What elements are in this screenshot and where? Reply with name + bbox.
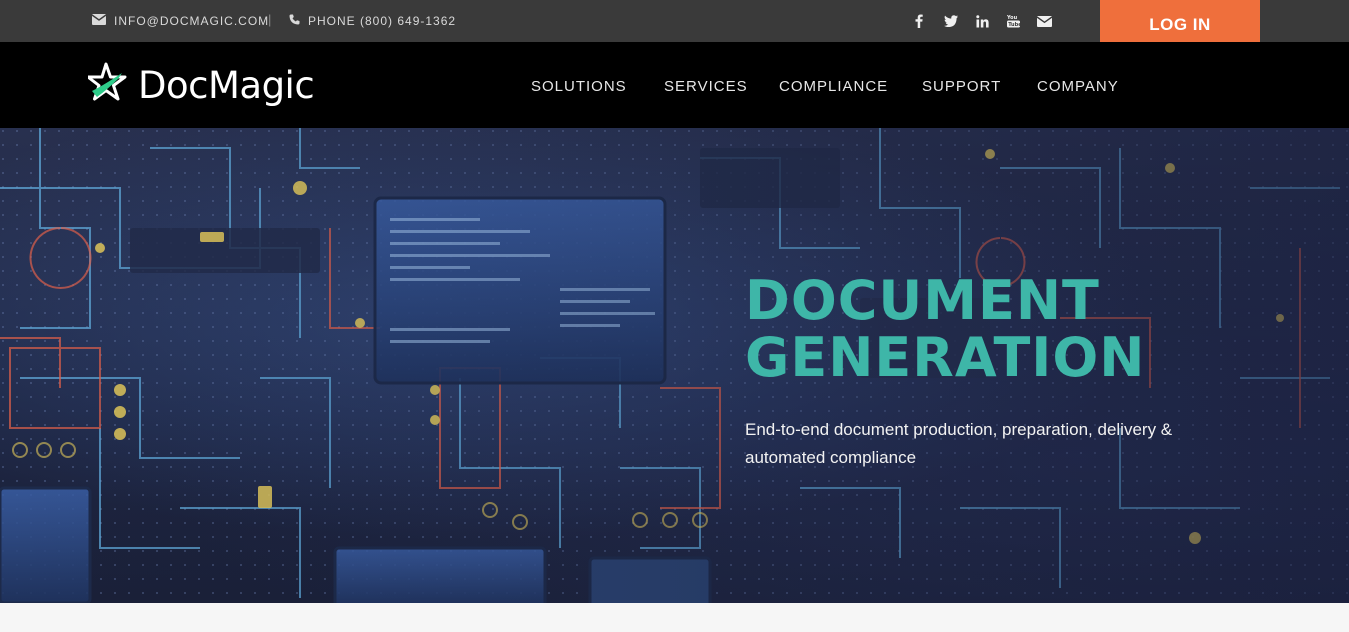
page-content-start [0,603,1349,632]
youtube-icon[interactable]: You Tube [1004,12,1022,30]
phone-icon [289,14,300,28]
facebook-icon[interactable] [910,12,928,30]
hero-subtitle: End-to-end document production, preparat… [745,420,1173,467]
twitter-icon[interactable] [942,12,960,30]
hero-title-line-1: DOCUMENT [745,269,1100,332]
nav-support[interactable]: SUPPORT [922,78,1001,95]
hero-title-line-2: GENERATION [745,326,1146,389]
svg-text:You: You [1007,15,1018,21]
contact-separator: | [268,12,272,27]
envelope-icon[interactable] [1035,12,1053,30]
envelope-icon [91,14,107,28]
hero-banner: DOCUMENT GENERATION End-to-end document … [0,128,1349,603]
linkedin-icon[interactable] [973,12,991,30]
nav-company[interactable]: COMPANY [1037,78,1119,95]
main-navbar: DocMagic SOLUTIONS SERVICES COMPLIANCE S… [0,42,1349,128]
email-label: INFO@DOCMAGIC.COM [114,14,270,28]
nav-solutions[interactable]: SOLUTIONS [531,78,627,95]
nav-compliance[interactable]: COMPLIANCE [779,78,888,95]
phone-label: PHONE (800) 649-1362 [308,14,457,28]
nav-services[interactable]: SERVICES [664,78,748,95]
hero-title: DOCUMENT GENERATION [745,272,1146,386]
svg-text:Tube: Tube [1008,22,1020,28]
phone-contact-link[interactable]: PHONE (800) 649-1362 [289,14,456,28]
hero-overlay [0,128,1349,603]
docmagic-logo[interactable]: DocMagic [86,61,315,110]
top-utility-bar: INFO@DOCMAGIC.COM | PHONE (800) 649-1362… [0,0,1349,50]
star-logo-icon [86,61,132,110]
email-contact-link[interactable]: INFO@DOCMAGIC.COM [91,14,270,28]
brand-name: DocMagic [138,63,315,107]
